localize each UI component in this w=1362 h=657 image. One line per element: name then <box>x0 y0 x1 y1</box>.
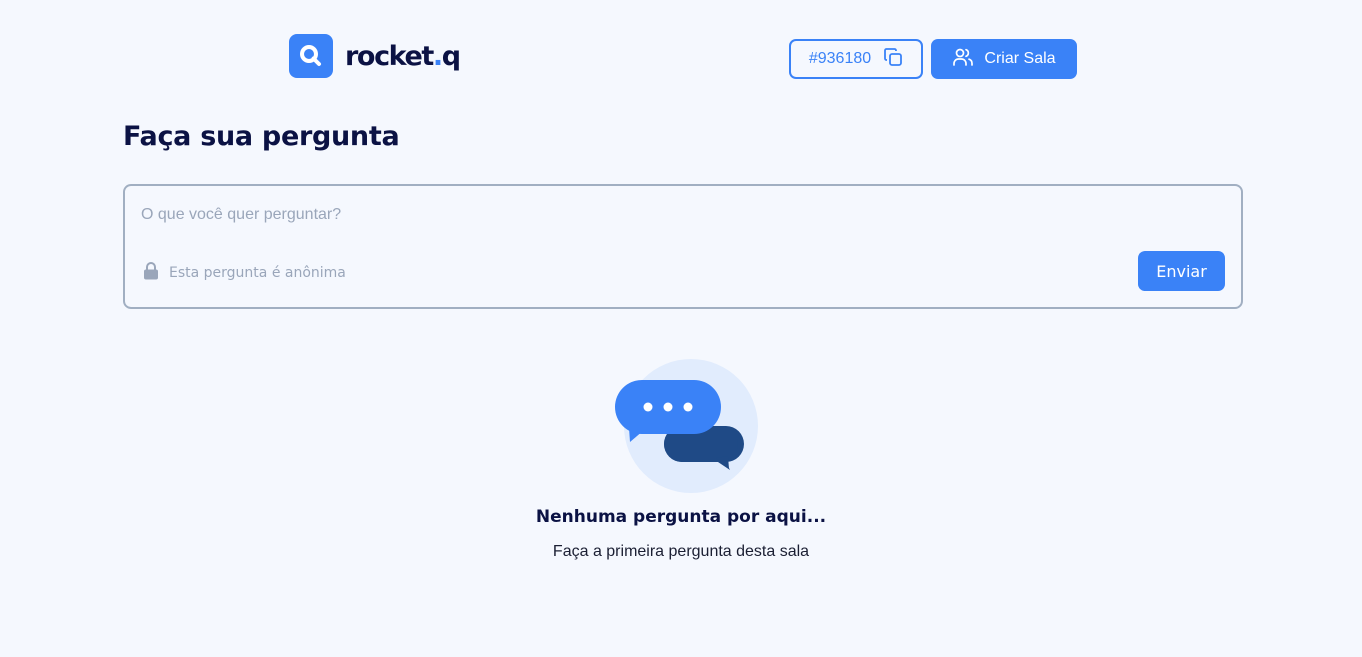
app-logo[interactable]: rocket. q <box>289 34 461 78</box>
anonymous-label: Esta pergunta é anônima <box>169 265 346 281</box>
empty-state-title: Nenhuma pergunta por aqui... <box>535 507 827 527</box>
page-title: Faça sua pergunta <box>123 121 400 152</box>
lock-icon <box>143 262 159 284</box>
question-form: Esta pergunta é anônima Enviar <box>123 184 1243 309</box>
anonymous-note: Esta pergunta é anônima <box>143 262 346 284</box>
logo-suffix: q <box>441 40 461 72</box>
users-icon <box>952 46 974 73</box>
chat-bubbles-icon <box>612 358 762 498</box>
question-input[interactable] <box>141 203 1221 227</box>
empty-state-subtitle: Faça a primeira pergunta desta sala <box>552 543 810 560</box>
create-room-label: Criar Sala <box>984 50 1056 67</box>
copy-icon <box>883 47 903 72</box>
room-page: rocket. q #936180 Criar Sala Faça sua per… <box>0 0 1362 657</box>
send-button[interactable]: Enviar <box>1138 251 1225 291</box>
logo-dot: . <box>432 40 443 72</box>
copy-room-code-button[interactable]: #936180 <box>789 39 923 79</box>
room-code: #936180 <box>808 50 872 67</box>
logo-wordmark: rocket. q <box>345 40 461 72</box>
create-room-button[interactable]: Criar Sala <box>931 39 1077 79</box>
magnifier-logo-icon <box>289 34 333 78</box>
logo-text: rocket <box>345 40 434 72</box>
